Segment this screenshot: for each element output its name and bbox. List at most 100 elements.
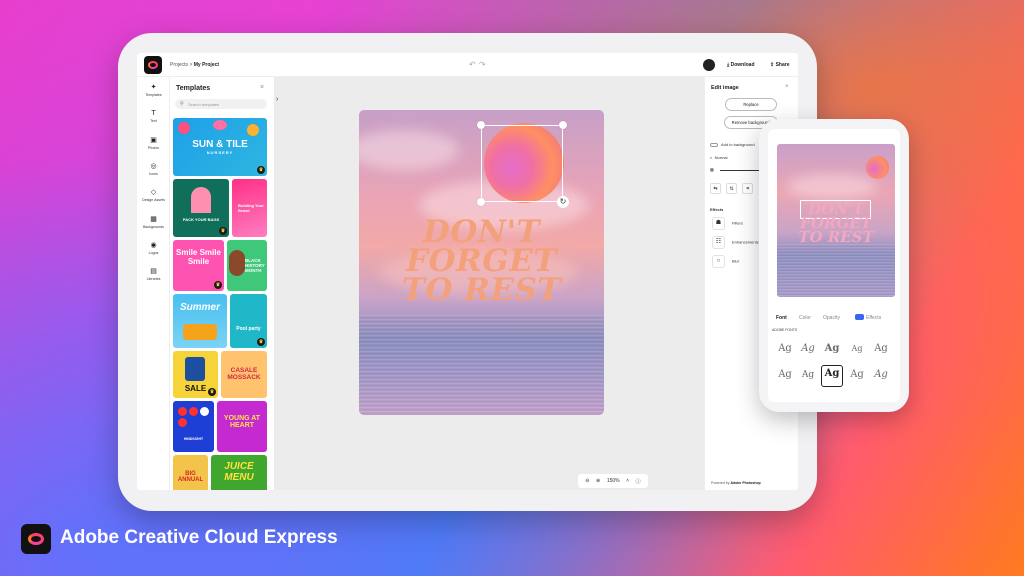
font-sample[interactable]: Ag bbox=[846, 367, 868, 389]
tab-font[interactable]: Font bbox=[776, 315, 787, 321]
tab-effects[interactable]: Effects bbox=[866, 315, 881, 321]
artboard[interactable]: ↻ DON'T FORGET TO REST bbox=[359, 110, 604, 415]
font-sample[interactable]: Ag bbox=[846, 341, 868, 363]
resize-handle[interactable] bbox=[559, 121, 567, 129]
premium-crown-icon: ♛ bbox=[257, 338, 265, 346]
template-tile[interactable]: Pool party ♛ bbox=[230, 294, 267, 348]
rail-item-libraries[interactable]: ▤ Libraries bbox=[137, 268, 170, 281]
rail-item-logos[interactable]: ◉ Logos bbox=[137, 242, 170, 255]
template-tile[interactable]: HINDSIGHT bbox=[173, 401, 214, 452]
rail-item-text[interactable]: T Text bbox=[137, 110, 170, 123]
flip-vertical-icon[interactable]: ⇅ bbox=[726, 183, 738, 194]
icons-icon: ◎ bbox=[150, 163, 157, 170]
template-tile[interactable]: YOUNG AT HEART bbox=[217, 401, 267, 452]
enhancements-icon: ☷ bbox=[712, 236, 725, 249]
phone-tabs: Font Color Opacity Effects bbox=[768, 312, 900, 326]
template-tile[interactable]: CASALE MOSSACK bbox=[221, 351, 267, 398]
effect-filters[interactable]: ☗ Filters bbox=[712, 217, 743, 230]
breadcrumb-projects[interactable]: Projects bbox=[170, 62, 188, 68]
rotate-icon[interactable]: ↻ bbox=[557, 196, 569, 208]
download-button[interactable]: ⤓ Download bbox=[727, 62, 755, 68]
premium-crown-icon: ♛ bbox=[219, 227, 227, 235]
rail-item-icons[interactable]: ◎ Icons bbox=[137, 163, 170, 176]
phone-screen: DON'T FORGET TO REST Font Color Opacity … bbox=[768, 129, 900, 402]
blend-icon: ◐ bbox=[710, 155, 713, 160]
replace-button[interactable]: Replace bbox=[725, 98, 777, 111]
effect-blur[interactable]: ○ Blur bbox=[712, 255, 739, 268]
phone-artboard[interactable]: DON'T FORGET TO REST bbox=[777, 144, 895, 297]
template-tile[interactable]: Summer bbox=[173, 294, 227, 348]
template-tile[interactable]: BLACK HISTORY MONTH bbox=[227, 240, 267, 291]
blur-icon: ○ bbox=[712, 255, 725, 268]
template-tile[interactable]: BIG ANNUAL bbox=[173, 455, 208, 490]
zoom-out-icon[interactable]: ⊖ bbox=[585, 478, 589, 484]
opacity-icon: ▩ bbox=[710, 167, 714, 172]
font-sample[interactable]: Ag bbox=[774, 367, 796, 389]
chevron-right-icon[interactable]: › bbox=[276, 96, 278, 103]
backgrounds-icon: ▦ bbox=[150, 216, 157, 223]
share-icon: ⇪ bbox=[770, 62, 775, 68]
share-button[interactable]: ⇪ Share bbox=[770, 62, 790, 68]
breadcrumb: Projects > My Project bbox=[170, 62, 220, 68]
tablet-device: Projects > My Project ↶ ↷ ⤓ Download ⇪ S… bbox=[118, 33, 817, 511]
rail-item-design-assets[interactable]: ◇ Design Assets bbox=[137, 189, 170, 202]
text-icon: T bbox=[151, 110, 156, 117]
sea-image bbox=[777, 244, 895, 297]
template-tile[interactable]: SALE ♛ bbox=[173, 351, 218, 398]
template-tile[interactable]: Building Your Brand bbox=[232, 179, 267, 237]
templates-title: Templates bbox=[176, 85, 211, 92]
download-icon: ⤓ bbox=[727, 62, 730, 68]
resize-handle[interactable] bbox=[477, 121, 485, 129]
premium-crown-icon: ♛ bbox=[208, 388, 216, 396]
template-tile[interactable]: PACK YOUR BAGS ♛ bbox=[173, 179, 229, 237]
rail-item-backgrounds[interactable]: ▦ Backgrounds bbox=[137, 216, 170, 229]
font-sample-selected[interactable]: Ag bbox=[821, 365, 843, 387]
zoom-control: ⊖ ⊕ 150% ˄ ⓘ bbox=[578, 474, 648, 488]
chevron-up-icon[interactable]: ˄ bbox=[626, 478, 629, 484]
gradient-orb-image[interactable] bbox=[866, 156, 889, 179]
font-sample[interactable]: Ag bbox=[774, 341, 796, 363]
template-tile[interactable]: Smile Smile Smile ♛ bbox=[173, 240, 224, 291]
font-sample[interactable]: Ag bbox=[870, 341, 892, 363]
powered-by: Powered by Adobe Photoshop bbox=[711, 481, 761, 485]
redo-icon[interactable]: ↷ bbox=[479, 60, 486, 69]
resize-handle[interactable] bbox=[477, 198, 485, 206]
font-sample[interactable]: Ag bbox=[797, 367, 819, 389]
selection-box bbox=[481, 125, 563, 202]
crop-icon[interactable]: ⌗ bbox=[742, 183, 754, 194]
blend-mode-select[interactable]: ◐ Normal bbox=[710, 155, 728, 160]
close-icon[interactable]: × bbox=[785, 84, 789, 90]
tab-opacity[interactable]: Opacity bbox=[823, 315, 840, 321]
brand-name: Adobe Creative Cloud Express bbox=[60, 527, 338, 548]
effect-enhancements[interactable]: ☷ Enhancements bbox=[712, 236, 759, 249]
zoom-in-icon[interactable]: ⊕ bbox=[596, 478, 600, 484]
template-tile[interactable]: SUN & TILE NURSERY ♛ bbox=[173, 118, 267, 176]
zoom-level[interactable]: 150% bbox=[607, 478, 620, 484]
canvas-area[interactable]: ↻ DON'T FORGET TO REST ▣ ❐ ☰ 🗑 ⊖ ⊕ 150% … bbox=[274, 77, 704, 490]
flip-horizontal-icon[interactable]: ⇆ bbox=[710, 183, 721, 194]
search-input[interactable]: ⚲ Search templates bbox=[175, 99, 267, 109]
rail-item-photos[interactable]: ▣ Photos bbox=[137, 137, 170, 150]
app-window: Projects > My Project ↶ ↷ ⤓ Download ⇪ S… bbox=[137, 53, 798, 490]
sea-image bbox=[359, 315, 604, 415]
font-sample[interactable]: Ag bbox=[870, 367, 892, 389]
premium-crown-icon: ♛ bbox=[257, 166, 265, 174]
rail-item-templates[interactable]: ✦ Templates bbox=[137, 81, 170, 103]
design-assets-icon: ◇ bbox=[150, 189, 157, 196]
avatar[interactable] bbox=[703, 59, 715, 71]
left-rail: ✦ Templates T Text ▣ Photos ◎ Icons ◇ Design … bbox=[137, 77, 170, 490]
effects-heading: Effects bbox=[710, 207, 724, 212]
headline-text[interactable]: DON'T FORGET TO REST bbox=[780, 202, 892, 245]
new-badge bbox=[855, 314, 864, 320]
add-to-background-toggle[interactable]: Add to background bbox=[710, 142, 755, 147]
info-icon[interactable]: ⓘ bbox=[636, 478, 641, 485]
app-logo-icon[interactable] bbox=[144, 56, 162, 74]
template-tile[interactable]: JUICE MENU bbox=[211, 455, 267, 490]
font-sample[interactable]: Ag bbox=[821, 341, 843, 363]
tab-color[interactable]: Color bbox=[799, 315, 811, 321]
headline-text[interactable]: DON'T FORGET TO REST bbox=[359, 217, 604, 306]
close-icon[interactable]: × bbox=[260, 84, 264, 91]
undo-icon[interactable]: ↶ bbox=[469, 60, 476, 69]
font-sample[interactable]: Ag bbox=[797, 341, 819, 363]
opacity-slider[interactable]: ▩ bbox=[710, 167, 768, 172]
